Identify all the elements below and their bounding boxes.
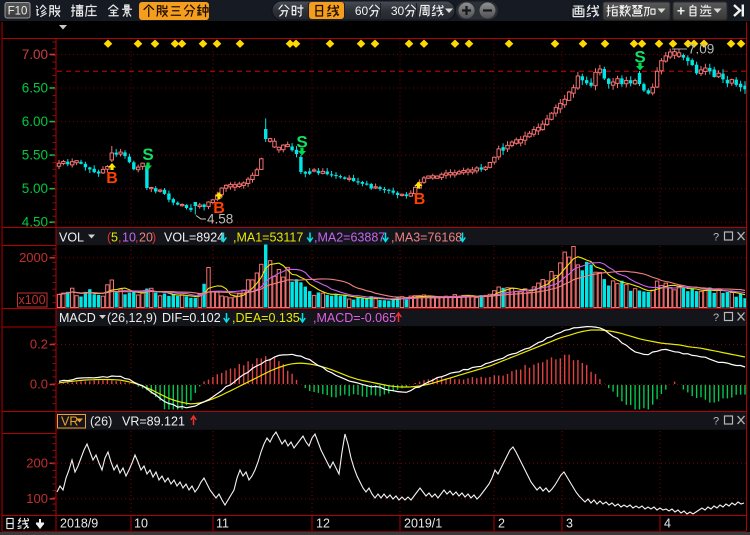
svg-text:B: B <box>414 191 426 208</box>
svg-text:,MA2=63887: ,MA2=63887 <box>314 231 385 245</box>
svg-text:?: ? <box>713 312 719 324</box>
svg-text:7.00: 7.00 <box>22 47 48 62</box>
svg-text:30: 30 <box>391 4 405 18</box>
svg-text:4: 4 <box>664 517 671 531</box>
svg-text:10: 10 <box>122 231 136 245</box>
svg-text:2019/1: 2019/1 <box>404 517 442 531</box>
svg-text:2000: 2000 <box>19 250 48 265</box>
svg-text:?: ? <box>713 232 719 244</box>
svg-text:10: 10 <box>134 517 148 531</box>
svg-text:12: 12 <box>316 517 330 531</box>
svg-text:11: 11 <box>216 517 229 531</box>
svg-text:,MACD=-0.065: ,MACD=-0.065 <box>313 311 396 325</box>
svg-text:,MA3=76168: ,MA3=76168 <box>391 231 462 245</box>
svg-text:B: B <box>106 170 118 187</box>
svg-text:VR=89.121: VR=89.121 <box>122 415 185 429</box>
svg-text:DIF=0.102: DIF=0.102 <box>162 311 221 325</box>
svg-text:): ) <box>152 231 156 245</box>
svg-text:,DEA=0.135: ,DEA=0.135 <box>232 311 300 325</box>
svg-text:3: 3 <box>566 517 573 531</box>
svg-text:F10: F10 <box>8 6 28 18</box>
svg-text:MACD: MACD <box>59 311 96 325</box>
svg-text:VR: VR <box>61 415 78 429</box>
svg-text:VOL=8924: VOL=8924 <box>164 231 224 245</box>
svg-text:(26): (26) <box>90 415 112 429</box>
svg-text:200: 200 <box>26 456 48 471</box>
svg-text:60: 60 <box>355 4 369 18</box>
svg-text:VOL: VOL <box>59 231 84 245</box>
svg-text:2018/9: 2018/9 <box>60 517 98 531</box>
svg-text:,: , <box>135 231 138 245</box>
svg-text:100: 100 <box>26 491 48 506</box>
svg-text:x100: x100 <box>18 293 45 307</box>
svg-text:,MA1=53117: ,MA1=53117 <box>233 231 303 245</box>
svg-text:6.50: 6.50 <box>22 81 48 96</box>
svg-text:2: 2 <box>498 517 505 531</box>
svg-text:?: ? <box>713 416 719 428</box>
svg-text:6.00: 6.00 <box>22 114 48 129</box>
svg-text:(26,12,9): (26,12,9) <box>107 311 157 325</box>
svg-text:0.0: 0.0 <box>30 377 48 392</box>
svg-text:S: S <box>142 145 153 164</box>
svg-text:5: 5 <box>111 231 118 245</box>
svg-text:5.50: 5.50 <box>22 148 48 163</box>
svg-text:5.00: 5.00 <box>22 181 48 196</box>
svg-text:0.2: 0.2 <box>30 337 48 352</box>
svg-text:20: 20 <box>139 231 153 245</box>
svg-text:+: + <box>677 3 685 19</box>
svg-text:7.09: 7.09 <box>688 42 714 57</box>
svg-text:,: , <box>118 231 121 245</box>
svg-text:4.58: 4.58 <box>207 212 233 227</box>
